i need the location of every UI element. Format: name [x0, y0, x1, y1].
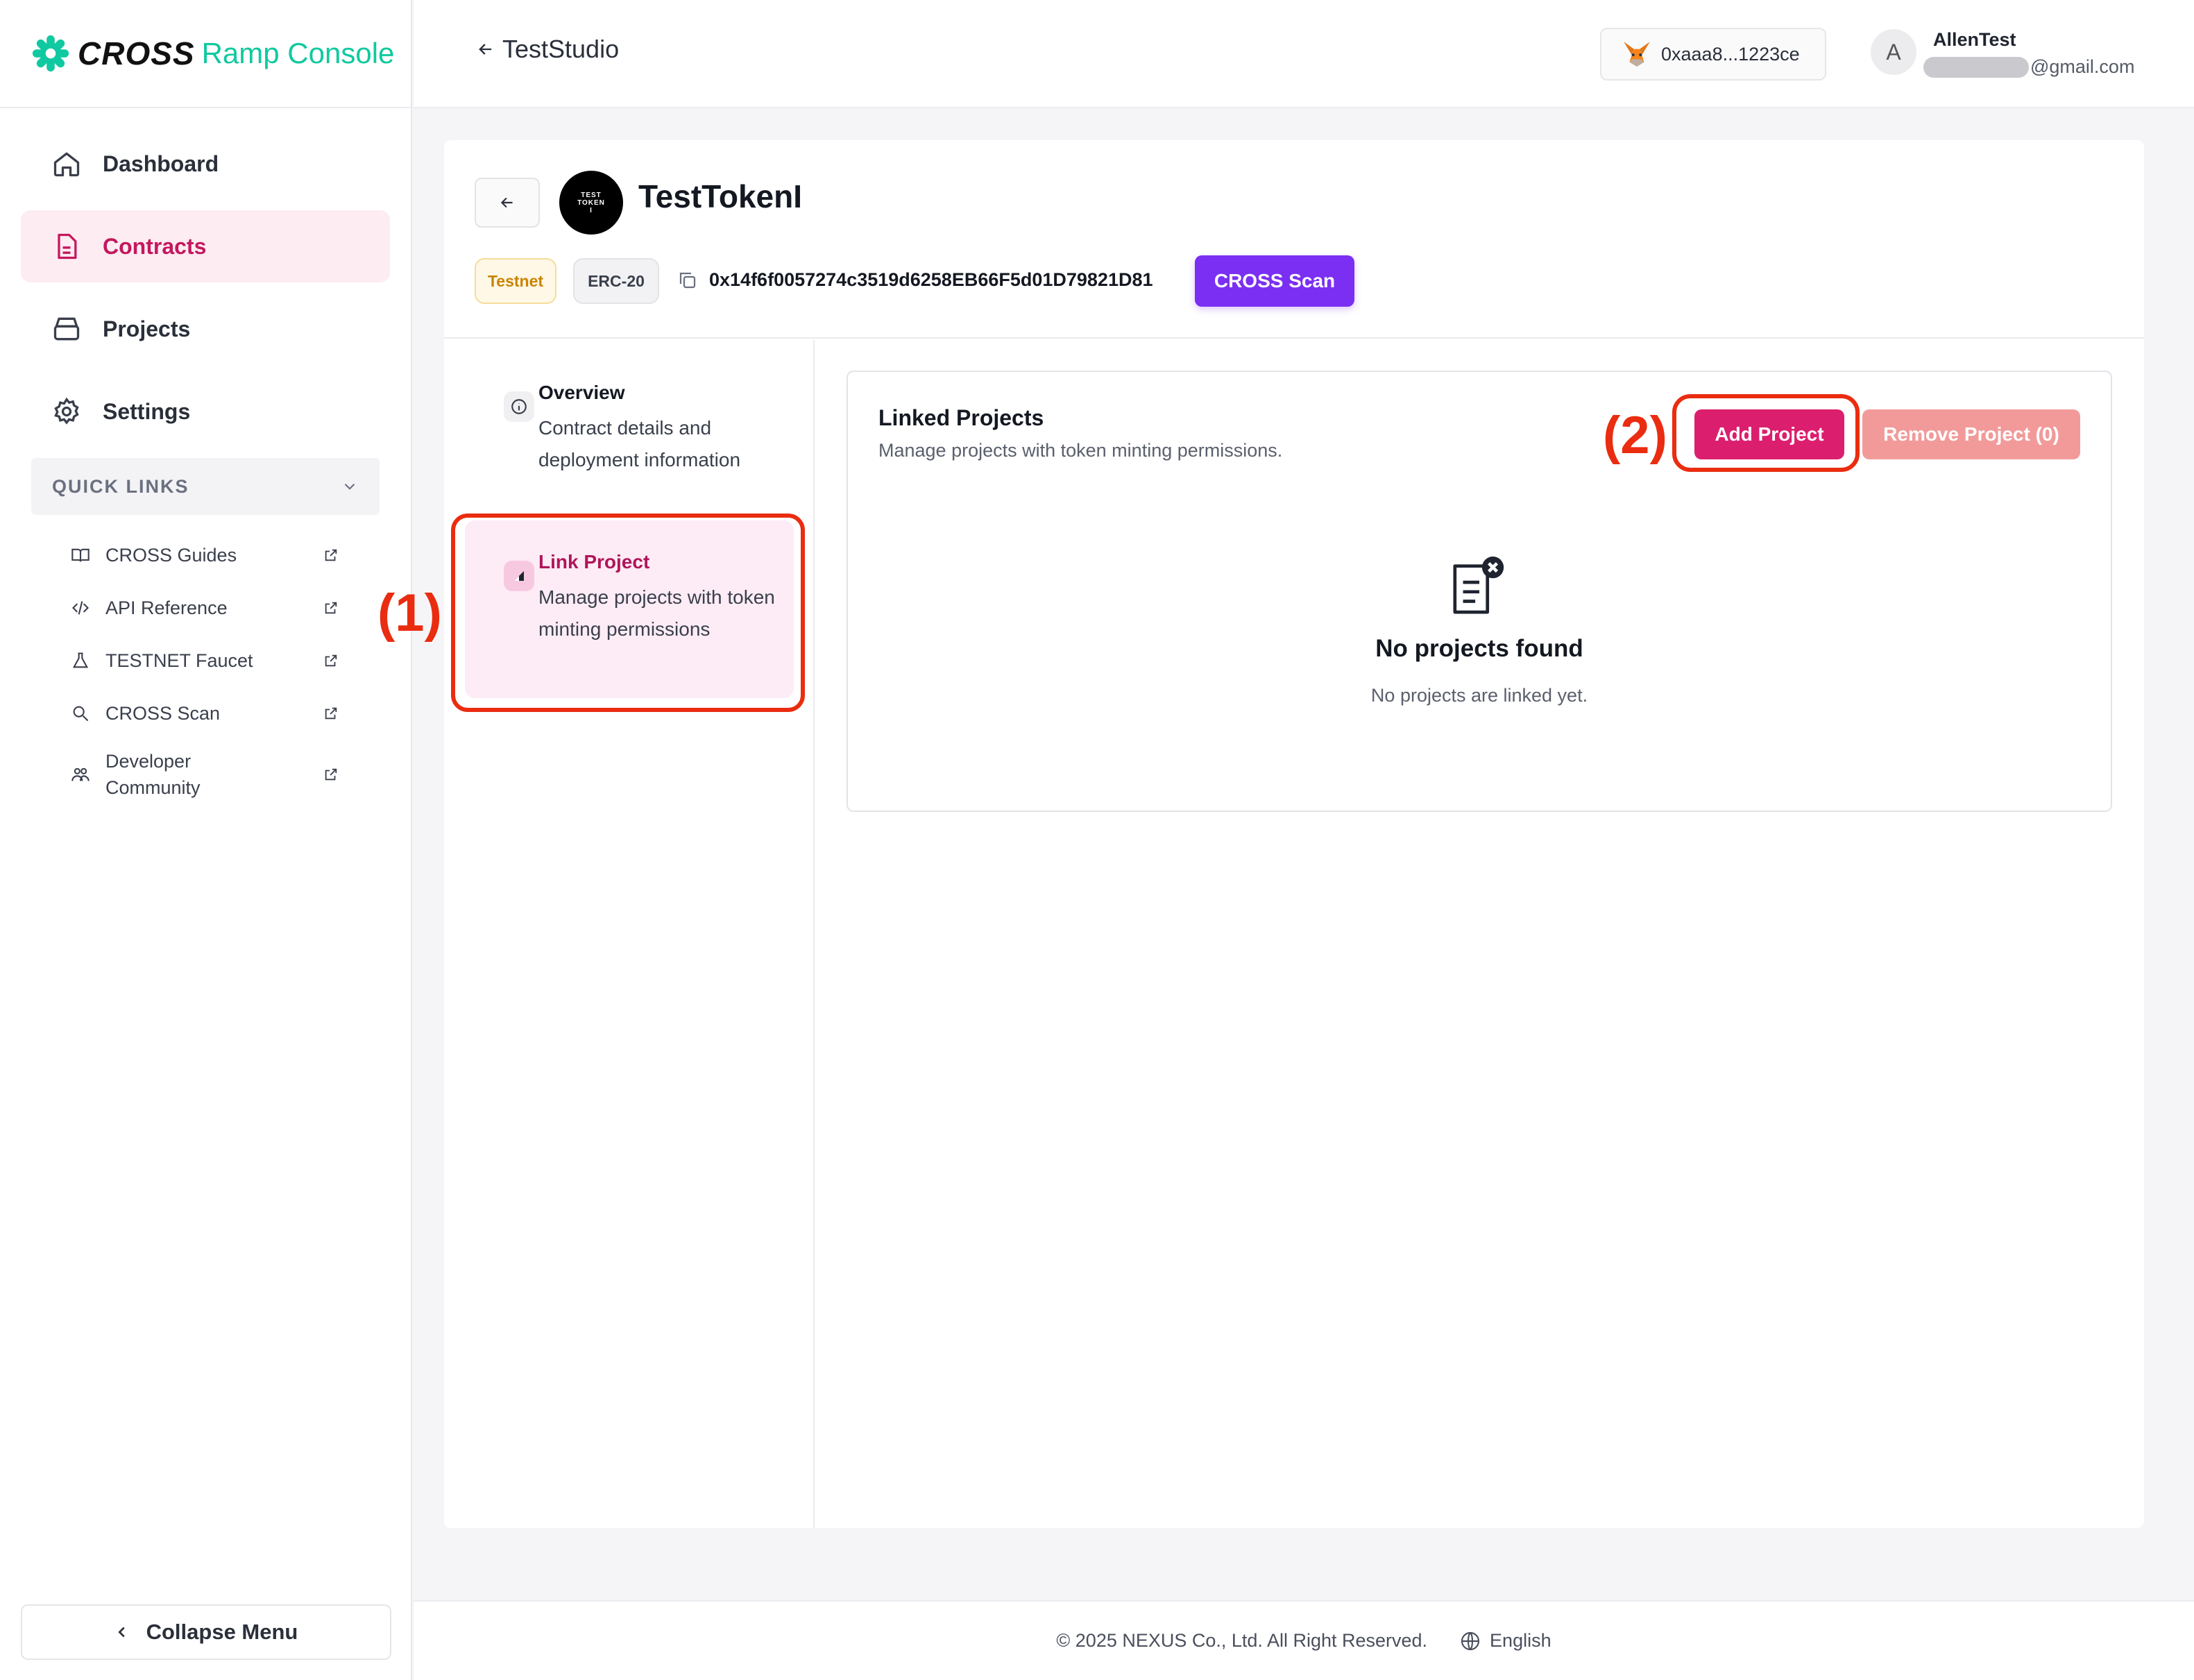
wallet-address: 0xaaa8...1223ce — [1661, 43, 1800, 65]
collapse-menu-button[interactable]: Collapse Menu — [21, 1604, 391, 1660]
external-link-icon — [325, 654, 337, 667]
standard-badge: ERC-20 — [573, 258, 659, 304]
quick-link-developer-community[interactable]: Developer Community — [71, 740, 411, 809]
contract-address-text: 0x14f6f0057274c3519d6258EB66F5d01D79821D… — [709, 269, 1153, 290]
search-icon — [73, 706, 89, 722]
tab-link-project[interactable]: Link Project Manage projects with token … — [465, 520, 794, 698]
avatar: A — [1871, 29, 1916, 75]
brand-subtitle: Ramp Console — [201, 37, 395, 69]
collapse-menu-label: Collapse Menu — [146, 1620, 298, 1644]
document-icon — [58, 233, 77, 260]
contract-header: TEST TOKEN I TestTokenI Testnet ERC-20 0… — [444, 140, 2144, 339]
flask-icon — [72, 652, 89, 668]
tab-overview[interactable]: Overview Contract details and deployment… — [465, 340, 794, 507]
copy-icon[interactable] — [677, 270, 698, 291]
brand-name: CROSS — [78, 35, 195, 71]
token-logo: TEST TOKEN I — [559, 171, 623, 235]
tab-title: Overview — [538, 382, 625, 403]
people-icon — [71, 767, 90, 781]
panel-subtitle: Manage projects with token minting permi… — [878, 440, 1283, 461]
quick-link-label: CROSS Guides — [105, 544, 237, 566]
contract-address[interactable]: 0x14f6f0057274c3519d6258EB66F5d01D79821D… — [677, 269, 1153, 291]
quick-links-title: QUICK LINKS — [52, 475, 189, 497]
footer: © 2025 NEXUS Co., Ltd. All Right Reserve… — [414, 1600, 2194, 1680]
external-link-icon — [325, 768, 337, 781]
panel-title: Linked Projects — [878, 405, 1044, 430]
user-email: @gmail.com — [1923, 56, 2134, 78]
studio-name: TestStudio — [502, 35, 620, 63]
quick-link-api-reference[interactable]: API Reference — [71, 582, 411, 634]
email-redacted-mask — [1923, 56, 2029, 78]
gear-icon — [54, 397, 79, 425]
cross-scan-button[interactable]: CROSS Scan — [1195, 255, 1354, 307]
copyright-text: © 2025 NEXUS Co., Ltd. All Right Reserve… — [1056, 1630, 1428, 1651]
code-icon — [72, 601, 89, 615]
wallet-button[interactable]: 0xaaa8...1223ce — [1600, 28, 1826, 80]
nav-item-contracts[interactable]: Contracts — [21, 210, 390, 282]
contract-tabs: Overview Contract details and deployment… — [444, 340, 815, 1528]
main-nav: Dashboard Contracts Projects Settings — [0, 108, 411, 448]
nav-item-dashboard[interactable]: Dashboard — [21, 128, 390, 200]
chevron-left-icon — [117, 1627, 125, 1638]
tab-title: Link Project — [538, 551, 650, 572]
annotation-step-1: (1) — [377, 584, 442, 643]
quick-links-toggle[interactable]: QUICK LINKS — [31, 458, 380, 515]
token-logo-line: I — [590, 206, 593, 214]
empty-title: No projects found — [1375, 635, 1583, 662]
tab-description: Contract details and deployment informat… — [538, 417, 741, 470]
external-link-icon — [325, 602, 337, 614]
sidebar: CROSS Ramp Console Dashboard Contracts P… — [0, 0, 412, 1680]
back-to-studio-link[interactable]: TestStudio — [476, 35, 619, 64]
quick-link-testnet-faucet[interactable]: TESTNET Faucet — [71, 634, 411, 687]
nav-label: Projects — [103, 316, 191, 341]
home-icon — [53, 152, 80, 177]
quick-link-label: CROSS Scan — [105, 702, 221, 724]
globe-icon — [1461, 1631, 1480, 1650]
quick-link-label: Developer Community — [105, 751, 201, 798]
quick-link-cross-guides[interactable]: CROSS Guides — [71, 529, 411, 582]
add-project-button[interactable]: Add Project — [1694, 409, 1844, 459]
annotation-step-2: (2) — [1603, 406, 1667, 465]
contract-detail-card: TEST TOKEN I TestTokenI Testnet ERC-20 0… — [444, 140, 2144, 1528]
nav-label: Dashboard — [103, 151, 219, 176]
top-bar: TestStudio 0xaaa8...1223ce A AllenTest @… — [414, 0, 2194, 108]
contract-body: Overview Contract details and deployment… — [444, 340, 2144, 1528]
contract-title: TestTokenI — [638, 178, 802, 214]
quick-link-cross-scan[interactable]: CROSS Scan — [71, 687, 411, 740]
tab-description: Manage projects with token minting permi… — [538, 586, 775, 640]
empty-document-icon — [1453, 557, 1504, 614]
user-menu[interactable]: A AllenTest @gmail.com — [1871, 29, 2134, 78]
external-link-icon — [325, 549, 337, 561]
remove-project-button[interactable]: Remove Project (0) — [1862, 409, 2080, 459]
book-icon — [71, 548, 90, 562]
brand-logo[interactable]: CROSS Ramp Console — [0, 0, 411, 108]
token-logo-line: TOKEN — [577, 198, 605, 207]
user-email-suffix: @gmail.com — [2030, 56, 2135, 77]
arrow-left-icon — [479, 44, 492, 55]
nav-label: Settings — [103, 398, 191, 424]
box-icon — [53, 317, 80, 341]
external-link-icon — [325, 707, 337, 720]
info-icon — [504, 391, 534, 422]
nav-label: Contracts — [103, 233, 207, 259]
link-project-icon — [504, 561, 534, 591]
arrow-left-icon — [500, 197, 513, 208]
language-selector[interactable]: English — [1459, 1630, 1551, 1652]
quick-link-label: API Reference — [105, 597, 228, 618]
quick-link-label: TESTNET Faucet — [105, 650, 253, 671]
linked-projects-panel: Linked Projects Manage projects with tok… — [847, 371, 2112, 812]
network-badge: Testnet — [475, 258, 556, 304]
empty-subtitle: No projects are linked yet. — [1370, 685, 1588, 706]
chevron-down-icon — [344, 483, 355, 490]
language-label: English — [1490, 1630, 1551, 1651]
nav-item-settings[interactable]: Settings — [21, 375, 390, 448]
cross-logo-icon — [32, 35, 69, 72]
empty-state: No projects found No projects are linked… — [848, 555, 2111, 706]
token-logo-line: TEST — [581, 191, 602, 199]
metamask-fox-icon — [1624, 42, 1650, 67]
back-button[interactable] — [475, 178, 540, 228]
quick-links-list: CROSS Guides API Reference TESTNET Fauce… — [0, 515, 411, 809]
user-name: AllenTest — [1933, 29, 2016, 50]
nav-item-projects[interactable]: Projects — [21, 293, 390, 365]
